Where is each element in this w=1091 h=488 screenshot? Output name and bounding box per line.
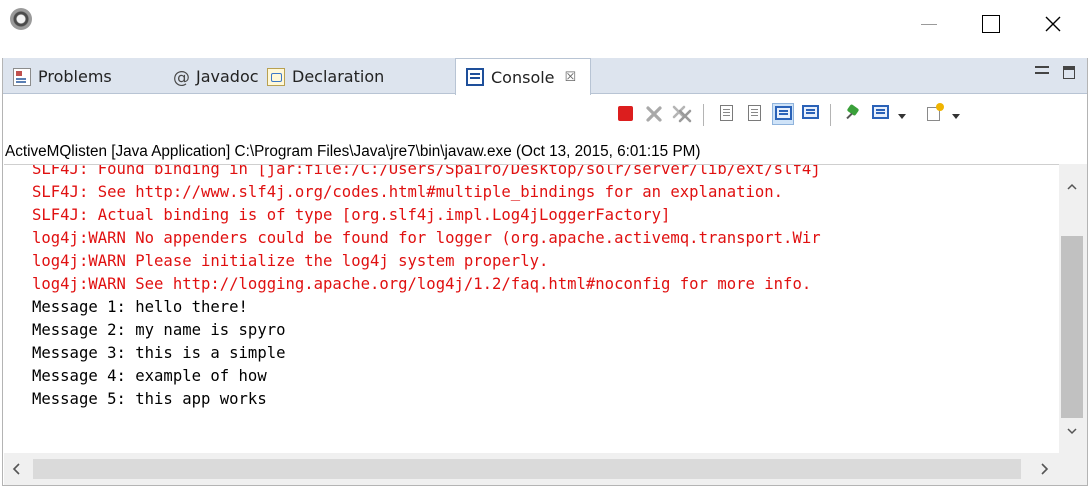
console-view: Problems @ Javadoc Declaration Console ☒ — [2, 58, 1088, 486]
console-line: Message 3: this is a simple — [32, 344, 286, 362]
vertical-scroll-thumb[interactable] — [1061, 236, 1083, 418]
scroll-down-icon[interactable] — [1067, 426, 1077, 436]
scroll-right-icon[interactable] — [1038, 463, 1050, 475]
clear-icon — [720, 105, 733, 121]
console-line: SLF4J: Actual binding is of type [org.sl… — [32, 206, 671, 224]
display-console-button[interactable] — [870, 103, 892, 125]
clear-console-button[interactable] — [716, 103, 738, 125]
console-line: Message 5: this app works — [32, 390, 267, 408]
console-line: Message 1: hello there! — [32, 298, 248, 316]
vertical-scrollbar[interactable] — [1059, 164, 1087, 453]
maximize-button[interactable] — [968, 8, 1014, 40]
console-line: SLF4J: See http://www.slf4j.org/codes.ht… — [32, 183, 784, 201]
scroll-lock-icon — [748, 105, 761, 121]
console-icon — [466, 68, 484, 86]
console-out-icon — [775, 106, 792, 120]
tab-label: Javadoc — [196, 67, 259, 86]
console-line: log4j:WARN No appenders could be found f… — [32, 229, 821, 247]
process-label: ActiveMQlisten [Java Application] C:\Pro… — [5, 143, 701, 160]
console-line: log4j:WARN See http://logging.apache.org… — [32, 275, 812, 293]
minimize-button[interactable] — [906, 8, 952, 40]
view-tab-bar: Problems @ Javadoc Declaration Console ☒ — [3, 58, 1087, 95]
tab-label: Declaration — [292, 67, 385, 86]
title-bar — [0, 0, 1091, 58]
show-on-stdout-button[interactable] — [772, 103, 794, 125]
tab-declaration[interactable]: Declaration — [267, 60, 384, 93]
problems-icon — [13, 67, 31, 86]
at-icon: @ — [173, 67, 190, 88]
remove-icon — [646, 106, 662, 122]
tab-label: Problems — [38, 67, 112, 86]
declaration-icon — [267, 67, 285, 86]
scroll-lock-button[interactable] — [744, 103, 766, 125]
toolbar-separator — [830, 104, 831, 126]
console-line: log4j:WARN Please initialize the log4j s… — [32, 252, 549, 270]
view-maximize-icon[interactable] — [1063, 66, 1075, 79]
remove-all-terminated-button[interactable] — [671, 103, 693, 125]
tab-javadoc[interactable]: @ Javadoc — [173, 60, 259, 93]
tab-problems[interactable]: Problems — [13, 60, 112, 93]
tab-label: Console — [491, 67, 555, 87]
console-line: SLF4J: Found binding in [jar:file:/C:/Us… — [32, 164, 821, 178]
close-button[interactable] — [1030, 8, 1076, 40]
console-line: Message 2: my name is spyro — [32, 321, 286, 339]
open-console-button[interactable] — [924, 103, 946, 125]
horizontal-scroll-thumb[interactable] — [33, 459, 1021, 479]
display-console-dropdown-icon[interactable] — [898, 114, 906, 119]
remove-all-icon — [672, 105, 692, 123]
terminate-button[interactable] — [615, 103, 637, 125]
eclipse-app-icon — [10, 8, 32, 30]
console-line: Message 4: example of how — [32, 367, 267, 385]
scrollbar-corner — [1059, 453, 1087, 485]
tab-console[interactable]: Console ☒ — [455, 58, 591, 95]
console-toolbar — [3, 96, 1087, 140]
view-minimize-icon[interactable] — [1035, 66, 1049, 74]
toolbar-separator — [703, 104, 704, 126]
open-console-dropdown-icon[interactable] — [952, 114, 960, 119]
console-err-icon — [802, 105, 819, 119]
console-output[interactable]: SLF4J: Found binding in [jar:file:/C:/Us… — [4, 164, 1059, 453]
scroll-left-icon[interactable] — [11, 463, 23, 475]
pin-console-button[interactable] — [842, 103, 864, 125]
show-on-stderr-button[interactable] — [800, 103, 822, 125]
horizontal-scrollbar[interactable] — [4, 453, 1059, 485]
remove-launch-button[interactable] — [643, 103, 665, 125]
scroll-up-icon[interactable] — [1067, 182, 1077, 192]
console-lines: SLF4J: Found binding in [jar:file:/C:/Us… — [32, 164, 821, 411]
display-icon — [872, 105, 889, 119]
close-icon — [1045, 16, 1061, 32]
tab-close-icon[interactable]: ☒ — [565, 70, 577, 85]
